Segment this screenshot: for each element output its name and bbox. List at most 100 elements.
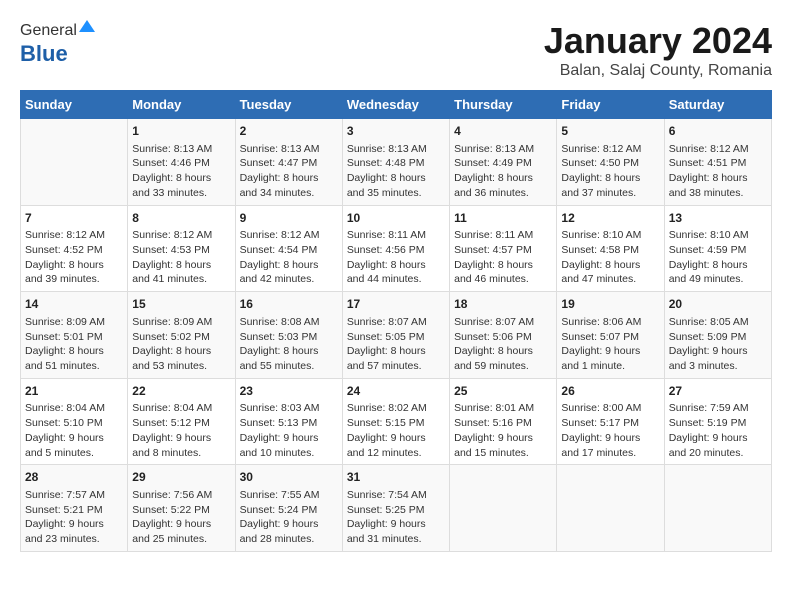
day-number: 15 bbox=[132, 296, 230, 313]
calendar-cell: 22Sunrise: 8:04 AM Sunset: 5:12 PM Dayli… bbox=[128, 378, 235, 465]
day-number: 20 bbox=[669, 296, 767, 313]
day-number: 18 bbox=[454, 296, 552, 313]
day-number: 25 bbox=[454, 383, 552, 400]
header-friday: Friday bbox=[557, 91, 664, 119]
day-info: Sunrise: 8:13 AM Sunset: 4:48 PM Dayligh… bbox=[347, 142, 445, 201]
day-number: 21 bbox=[25, 383, 123, 400]
day-info: Sunrise: 7:57 AM Sunset: 5:21 PM Dayligh… bbox=[25, 488, 123, 547]
day-number: 11 bbox=[454, 210, 552, 227]
day-info: Sunrise: 8:10 AM Sunset: 4:58 PM Dayligh… bbox=[561, 228, 659, 287]
day-info: Sunrise: 8:09 AM Sunset: 5:02 PM Dayligh… bbox=[132, 315, 230, 374]
day-number: 2 bbox=[240, 123, 338, 140]
day-number: 6 bbox=[669, 123, 767, 140]
calendar-cell: 5 Sunrise: 8:12 AM Sunset: 4:50 PM Daylig… bbox=[557, 119, 664, 206]
calendar-cell: 14 Sunrise: 8:09 AM Sunset: 5:01 PM Dayli… bbox=[21, 292, 128, 379]
calendar-cell: 11Sunrise: 8:11 AM Sunset: 4:57 PM Dayli… bbox=[450, 205, 557, 292]
day-info: Sunrise: 8:12 AM Sunset: 4:54 PM Dayligh… bbox=[240, 228, 338, 287]
day-info: Sunrise: 8:12 AM Sunset: 4:53 PM Dayligh… bbox=[132, 228, 230, 287]
logo-general: General bbox=[20, 22, 77, 40]
calendar-week-row: 14 Sunrise: 8:09 AM Sunset: 5:01 PM Dayli… bbox=[21, 292, 772, 379]
day-info: Sunrise: 7:56 AM Sunset: 5:22 PM Dayligh… bbox=[132, 488, 230, 547]
main-title: January 2024 bbox=[544, 20, 772, 62]
calendar-cell: 23Sunrise: 8:03 AM Sunset: 5:13 PM Dayli… bbox=[235, 378, 342, 465]
day-number: 29 bbox=[132, 469, 230, 486]
calendar-cell: 24Sunrise: 8:02 AM Sunset: 5:15 PM Dayli… bbox=[342, 378, 449, 465]
day-number: 19 bbox=[561, 296, 659, 313]
calendar-cell: 7Sunrise: 8:12 AM Sunset: 4:52 PM Daylig… bbox=[21, 205, 128, 292]
calendar-cell: 4Sunrise: 8:13 AM Sunset: 4:49 PM Daylig… bbox=[450, 119, 557, 206]
calendar-cell: 9Sunrise: 8:12 AM Sunset: 4:54 PM Daylig… bbox=[235, 205, 342, 292]
calendar-week-row: 28 Sunrise: 7:57 AM Sunset: 5:21 PM Dayli… bbox=[21, 465, 772, 552]
calendar-cell: 25Sunrise: 8:01 AM Sunset: 5:16 PM Dayli… bbox=[450, 378, 557, 465]
header-sunday: Sunday bbox=[21, 91, 128, 119]
day-number: 31 bbox=[347, 469, 445, 486]
day-info: Sunrise: 8:12 AM Sunset: 4:50 PM Dayligh… bbox=[561, 142, 659, 201]
day-number: 10 bbox=[347, 210, 445, 227]
day-info: Sunrise: 8:10 AM Sunset: 4:59 PM Dayligh… bbox=[669, 228, 767, 287]
day-number: 30 bbox=[240, 469, 338, 486]
logo: General Blue bbox=[20, 20, 95, 67]
day-info: Sunrise: 8:04 AM Sunset: 5:10 PM Dayligh… bbox=[25, 401, 123, 460]
calendar-cell: 2 Sunrise: 8:13 AM Sunset: 4:47 PM Daylig… bbox=[235, 119, 342, 206]
day-info: Sunrise: 7:59 AM Sunset: 5:19 PM Dayligh… bbox=[669, 401, 767, 460]
day-info: Sunrise: 8:13 AM Sunset: 4:47 PM Dayligh… bbox=[240, 142, 338, 201]
calendar-cell: 12Sunrise: 8:10 AM Sunset: 4:58 PM Dayli… bbox=[557, 205, 664, 292]
calendar-table: SundayMondayTuesdayWednesdayThursdayFrid… bbox=[20, 90, 772, 552]
calendar-cell: 30 Sunrise: 7:55 AM Sunset: 5:24 PM Dayli… bbox=[235, 465, 342, 552]
header-tuesday: Tuesday bbox=[235, 91, 342, 119]
sub-title: Balan, Salaj County, Romania bbox=[544, 62, 772, 80]
day-number: 1 bbox=[132, 123, 230, 140]
day-info: Sunrise: 8:07 AM Sunset: 5:06 PM Dayligh… bbox=[454, 315, 552, 374]
day-info: Sunrise: 8:12 AM Sunset: 4:52 PM Dayligh… bbox=[25, 228, 123, 287]
calendar-cell: 6Sunrise: 8:12 AM Sunset: 4:51 PM Daylig… bbox=[664, 119, 771, 206]
calendar-week-row: 21Sunrise: 8:04 AM Sunset: 5:10 PM Dayli… bbox=[21, 378, 772, 465]
day-info: Sunrise: 8:05 AM Sunset: 5:09 PM Dayligh… bbox=[669, 315, 767, 374]
day-number: 5 bbox=[561, 123, 659, 140]
day-info: Sunrise: 8:09 AM Sunset: 5:01 PM Dayligh… bbox=[25, 315, 123, 374]
day-number: 28 bbox=[25, 469, 123, 486]
calendar-cell bbox=[557, 465, 664, 552]
calendar-cell: 8Sunrise: 8:12 AM Sunset: 4:53 PM Daylig… bbox=[128, 205, 235, 292]
day-number: 13 bbox=[669, 210, 767, 227]
logo-blue: Blue bbox=[20, 41, 68, 67]
day-number: 27 bbox=[669, 383, 767, 400]
day-info: Sunrise: 8:11 AM Sunset: 4:56 PM Dayligh… bbox=[347, 228, 445, 287]
calendar-cell bbox=[450, 465, 557, 552]
header-saturday: Saturday bbox=[664, 91, 771, 119]
day-info: Sunrise: 8:01 AM Sunset: 5:16 PM Dayligh… bbox=[454, 401, 552, 460]
calendar-cell: 15 Sunrise: 8:09 AM Sunset: 5:02 PM Dayli… bbox=[128, 292, 235, 379]
day-number: 23 bbox=[240, 383, 338, 400]
calendar-cell bbox=[664, 465, 771, 552]
header-wednesday: Wednesday bbox=[342, 91, 449, 119]
day-number: 14 bbox=[25, 296, 123, 313]
header-monday: Monday bbox=[128, 91, 235, 119]
calendar-header-row: SundayMondayTuesdayWednesdayThursdayFrid… bbox=[21, 91, 772, 119]
calendar-cell: 21Sunrise: 8:04 AM Sunset: 5:10 PM Dayli… bbox=[21, 378, 128, 465]
logo-icon bbox=[79, 18, 95, 34]
day-number: 8 bbox=[132, 210, 230, 227]
calendar-cell bbox=[21, 119, 128, 206]
calendar-cell: 28 Sunrise: 7:57 AM Sunset: 5:21 PM Dayli… bbox=[21, 465, 128, 552]
day-info: Sunrise: 8:07 AM Sunset: 5:05 PM Dayligh… bbox=[347, 315, 445, 374]
day-info: Sunrise: 7:55 AM Sunset: 5:24 PM Dayligh… bbox=[240, 488, 338, 547]
calendar-cell: 16Sunrise: 8:08 AM Sunset: 5:03 PM Dayli… bbox=[235, 292, 342, 379]
calendar-cell: 29 Sunrise: 7:56 AM Sunset: 5:22 PM Dayli… bbox=[128, 465, 235, 552]
calendar-cell: 27Sunrise: 7:59 AM Sunset: 5:19 PM Dayli… bbox=[664, 378, 771, 465]
calendar-week-row: 7Sunrise: 8:12 AM Sunset: 4:52 PM Daylig… bbox=[21, 205, 772, 292]
calendar-cell: 3 Sunrise: 8:13 AM Sunset: 4:48 PM Daylig… bbox=[342, 119, 449, 206]
day-number: 3 bbox=[347, 123, 445, 140]
day-number: 16 bbox=[240, 296, 338, 313]
calendar-cell: 31 Sunrise: 7:54 AM Sunset: 5:25 PM Dayli… bbox=[342, 465, 449, 552]
day-number: 7 bbox=[25, 210, 123, 227]
calendar-cell: 10Sunrise: 8:11 AM Sunset: 4:56 PM Dayli… bbox=[342, 205, 449, 292]
day-info: Sunrise: 8:13 AM Sunset: 4:46 PM Dayligh… bbox=[132, 142, 230, 201]
day-number: 26 bbox=[561, 383, 659, 400]
day-info: Sunrise: 8:03 AM Sunset: 5:13 PM Dayligh… bbox=[240, 401, 338, 460]
calendar-cell: 13Sunrise: 8:10 AM Sunset: 4:59 PM Dayli… bbox=[664, 205, 771, 292]
calendar-cell: 26Sunrise: 8:00 AM Sunset: 5:17 PM Dayli… bbox=[557, 378, 664, 465]
day-info: Sunrise: 7:54 AM Sunset: 5:25 PM Dayligh… bbox=[347, 488, 445, 547]
day-info: Sunrise: 8:11 AM Sunset: 4:57 PM Dayligh… bbox=[454, 228, 552, 287]
header: General Blue January 2024 Balan, Salaj C… bbox=[20, 20, 772, 80]
calendar-cell: 20 Sunrise: 8:05 AM Sunset: 5:09 PM Dayli… bbox=[664, 292, 771, 379]
calendar-cell: 19Sunrise: 8:06 AM Sunset: 5:07 PM Dayli… bbox=[557, 292, 664, 379]
